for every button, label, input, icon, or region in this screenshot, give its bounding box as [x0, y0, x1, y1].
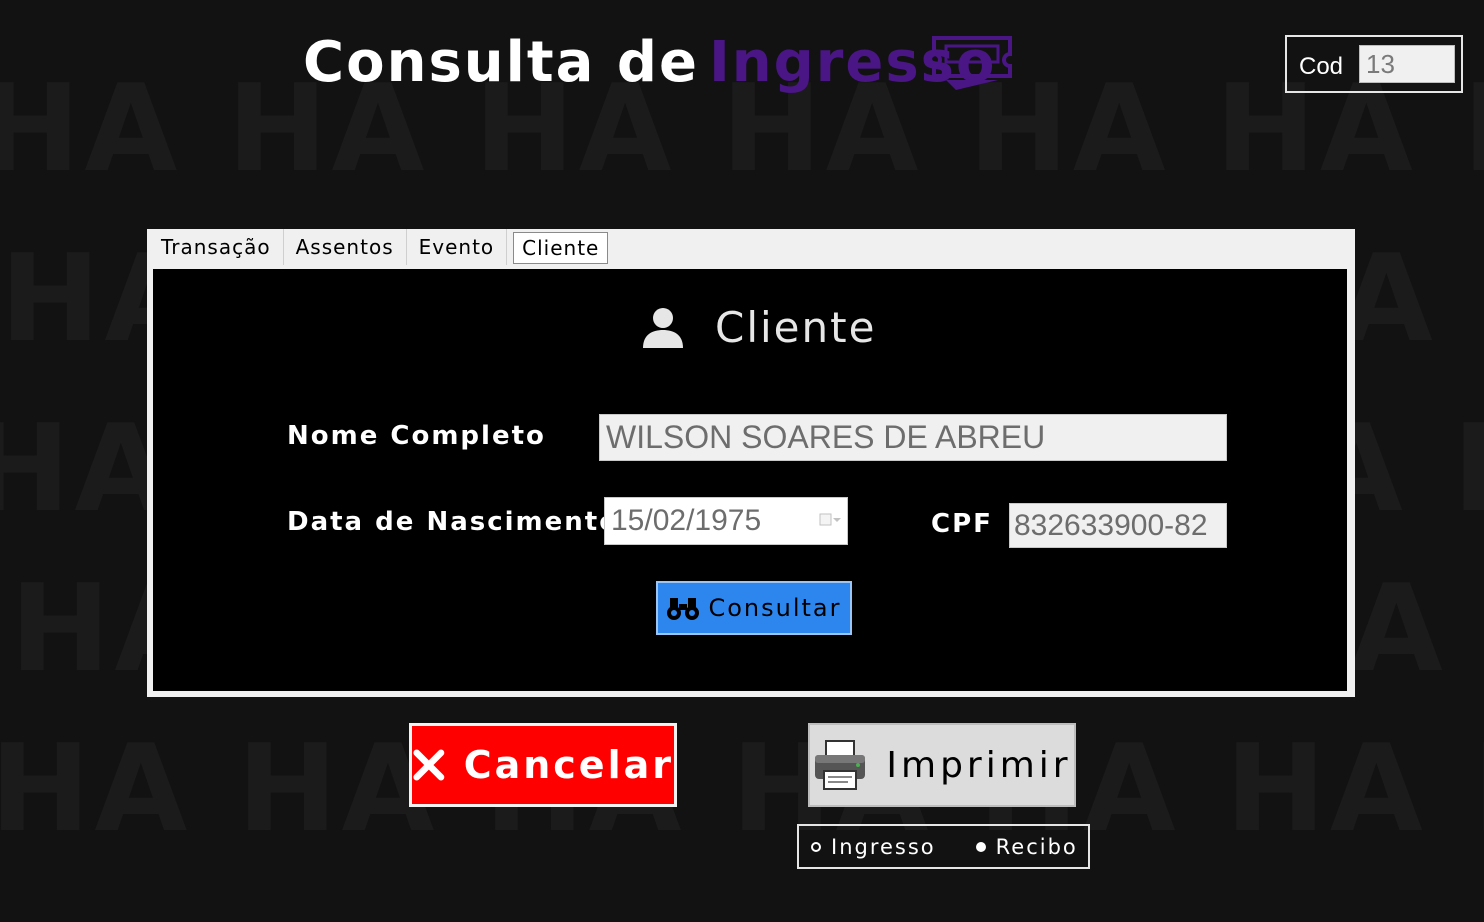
close-icon: [413, 749, 445, 781]
section-header: Cliente: [641, 303, 876, 352]
nascimento-label: Data de Nascimento: [287, 507, 620, 537]
radio-recibo[interactable]: Recibo: [975, 834, 1078, 859]
cod-field[interactable]: 13: [1359, 45, 1455, 83]
tab-bar: Transação Assentos Evento Cliente: [149, 229, 614, 267]
bg-pattern-row: HA HA HA HA HA HA HA: [0, 720, 1484, 859]
nome-field[interactable]: WILSON SOARES DE ABREU: [599, 414, 1227, 461]
binoculars-icon: [667, 598, 700, 620]
user-icon: [643, 307, 683, 348]
cod-label: Cod: [1299, 53, 1344, 80]
radio-ingresso-circle: [811, 841, 821, 852]
printer-icon: [815, 740, 866, 790]
radio-recibo-label: Recibo: [995, 834, 1078, 859]
print-options: Ingresso Recibo: [797, 824, 1090, 869]
cancel-label: Cancelar: [463, 743, 674, 787]
nascimento-value: 15/02/1975: [611, 504, 762, 537]
nascimento-field[interactable]: 15/02/1975: [604, 497, 848, 545]
page-title: Consulta de Ingresso: [303, 30, 996, 95]
calendar-dropdown-icon[interactable]: [819, 512, 841, 528]
cliente-tab-content: Cliente Nome Completo WILSON SOARES DE A…: [153, 269, 1347, 691]
title-part-1: Consulta de: [303, 30, 699, 95]
consultar-label: Consultar: [708, 594, 842, 622]
cpf-label: CPF: [931, 509, 993, 539]
nome-label: Nome Completo: [287, 421, 546, 451]
tab-cliente[interactable]: Cliente: [513, 232, 609, 264]
tab-panel: Transação Assentos Evento Cliente Client…: [147, 229, 1355, 697]
print-label: Imprimir: [886, 744, 1072, 786]
tab-assentos[interactable]: Assentos: [284, 229, 407, 265]
radio-recibo-circle: [975, 841, 986, 852]
cpf-field[interactable]: 832633900-82: [1009, 503, 1227, 548]
print-button[interactable]: Imprimir: [808, 723, 1076, 807]
radio-ingresso[interactable]: Ingresso: [811, 835, 936, 859]
radio-ingresso-label: Ingresso: [831, 834, 936, 859]
tab-evento[interactable]: Evento: [407, 229, 508, 265]
cod-box: Cod 13: [1285, 35, 1463, 93]
ticket-icon: [932, 34, 1012, 94]
consultar-button[interactable]: Consultar: [656, 581, 852, 635]
tab-transacao[interactable]: Transação: [149, 229, 284, 265]
section-title: Cliente: [715, 303, 877, 352]
cancel-button[interactable]: Cancelar: [409, 723, 677, 807]
